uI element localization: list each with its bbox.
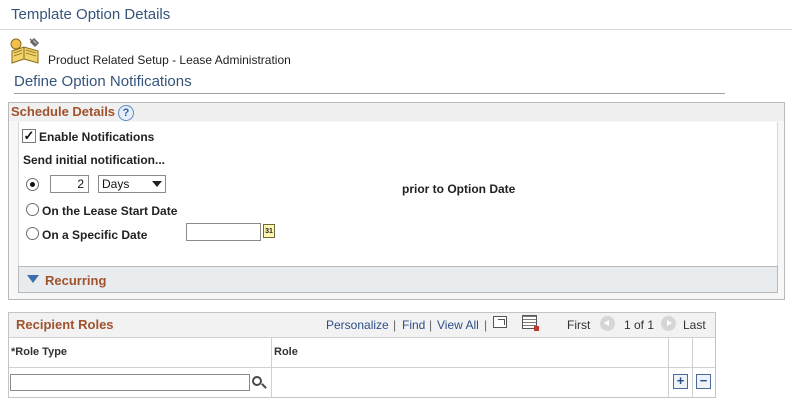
lease-start-date-radio[interactable] bbox=[26, 203, 39, 216]
schedule-details-title: Schedule Details bbox=[11, 104, 116, 119]
column-divider bbox=[271, 337, 272, 398]
breadcrumb: Product Related Setup - Lease Administra… bbox=[48, 53, 291, 67]
column-header-role[interactable]: Role bbox=[274, 346, 298, 358]
separator: | bbox=[429, 318, 433, 332]
specific-date-radio[interactable] bbox=[26, 227, 39, 240]
prior-option-radio[interactable] bbox=[26, 178, 39, 191]
notification-count-input[interactable]: 2 bbox=[50, 175, 89, 193]
zoom-icon[interactable] bbox=[493, 316, 507, 328]
title-divider bbox=[0, 29, 792, 30]
recurring-label[interactable]: Recurring bbox=[45, 273, 106, 288]
enable-notifications-checkbox[interactable]: ✓ bbox=[22, 129, 36, 143]
radio-selected-dot bbox=[30, 182, 35, 187]
view-all-link[interactable]: View All bbox=[437, 318, 479, 332]
column-divider bbox=[692, 337, 693, 398]
add-row-button[interactable]: + bbox=[673, 374, 688, 389]
prior-to-option-date-label: prior to Option Date bbox=[402, 182, 516, 196]
specific-date-label: On a Specific Date bbox=[42, 228, 148, 242]
page-subtitle: Define Option Notifications bbox=[14, 73, 192, 90]
row-count: 1 of 1 bbox=[624, 318, 655, 332]
column-divider bbox=[668, 337, 669, 398]
time-unit-select[interactable]: Days bbox=[98, 175, 166, 193]
enable-notifications-label: Enable Notifications bbox=[39, 130, 155, 144]
first-label: First bbox=[567, 318, 591, 332]
time-unit-value: Days bbox=[102, 177, 130, 191]
subtitle-divider bbox=[14, 93, 725, 94]
separator: | bbox=[393, 318, 397, 332]
page-title: Template Option Details bbox=[11, 6, 171, 23]
book-wrench-icon bbox=[10, 37, 40, 64]
recurring-section-header[interactable] bbox=[18, 266, 778, 293]
send-initial-label: Send initial notification... bbox=[23, 153, 166, 167]
chevron-down-icon bbox=[152, 181, 162, 187]
search-icon[interactable] bbox=[252, 376, 262, 386]
help-icon[interactable]: ? bbox=[118, 105, 134, 121]
find-link[interactable]: Find bbox=[402, 318, 425, 332]
download-excel-icon[interactable] bbox=[522, 315, 539, 331]
role-type-input[interactable] bbox=[10, 374, 250, 391]
arrow-right-icon[interactable] bbox=[661, 316, 676, 331]
specific-date-input[interactable] bbox=[186, 223, 261, 241]
personalize-link[interactable]: Personalize bbox=[326, 318, 389, 332]
column-header-row bbox=[9, 337, 715, 368]
recipient-roles-title: Recipient Roles bbox=[16, 317, 114, 332]
delete-row-button[interactable]: − bbox=[696, 374, 711, 389]
arrow-left-icon[interactable] bbox=[600, 316, 615, 331]
last-label: Last bbox=[683, 318, 706, 332]
separator: | bbox=[484, 318, 488, 332]
triangle-down-icon[interactable] bbox=[27, 275, 39, 283]
calendar-icon[interactable]: 31 bbox=[263, 224, 275, 238]
column-header-role-type[interactable]: *Role Type bbox=[11, 346, 67, 358]
lease-start-date-label: On the Lease Start Date bbox=[42, 204, 178, 218]
